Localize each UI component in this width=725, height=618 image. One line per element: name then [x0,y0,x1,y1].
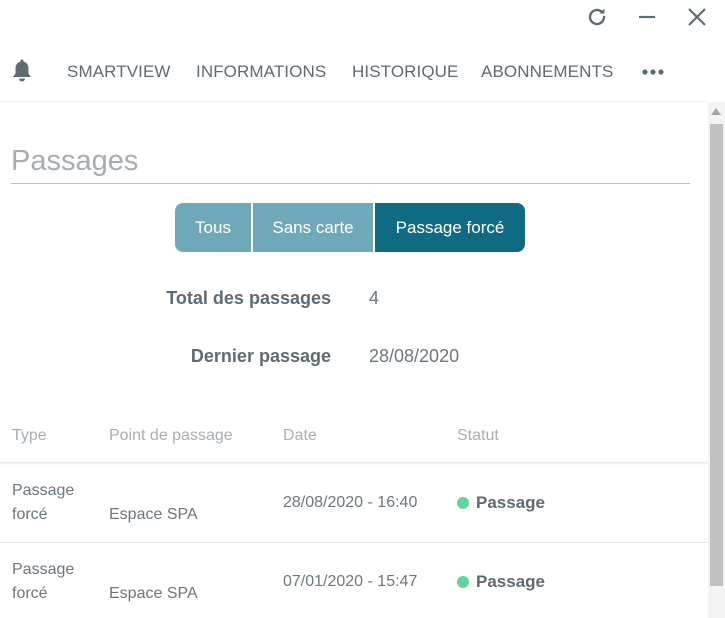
top-navigation: SMARTVIEW INFORMATIONS HISTORIQUE ABONNE… [0,50,725,94]
status-badge: Passage [457,572,545,592]
nav-item-abonnements[interactable]: ABONNEMENTS [481,62,613,82]
scrollbar-thumb[interactable] [710,124,723,586]
cell-type: Passage forcé [12,561,75,602]
cell-point: Espace SPA [109,585,198,602]
status-dot-icon [457,497,469,509]
filter-passage-force-button[interactable]: Passage forcé [375,203,525,252]
more-horizontal-icon[interactable] [640,62,666,82]
minimize-icon[interactable] [634,4,660,30]
window-titlebar [0,0,725,34]
cell-point: Espace SPA [109,506,198,523]
cell-date: 28/08/2020 - 16:40 [283,494,418,511]
filter-tous-button[interactable]: Tous [175,203,251,252]
nav-item-informations[interactable]: INFORMATIONS [196,62,326,82]
section-title: Passages [11,145,139,177]
column-header-statut[interactable]: Statut [457,427,499,445]
scroll-up-arrow-icon[interactable] [711,108,721,115]
filter-sans-carte-button[interactable]: Sans carte [253,203,373,252]
vertical-scrollbar[interactable] [708,102,725,618]
status-dot-icon [457,576,469,588]
total-passages-value: 4 [369,288,380,308]
refresh-icon[interactable] [584,4,610,30]
total-passages-label: Total des passages [166,288,331,308]
nav-divider [0,101,708,102]
last-passage-label: Dernier passage [190,346,331,366]
column-header-type[interactable]: Type [12,427,47,445]
cell-type: Passage forcé [12,482,75,523]
close-icon[interactable] [684,4,710,30]
nav-item-historique[interactable]: HISTORIQUE [352,62,458,82]
section-divider [11,183,690,184]
bell-icon[interactable] [9,58,35,84]
status-badge: Passage [457,493,545,513]
table-header-divider [0,462,708,465]
last-passage-value: 28/08/2020 [369,346,460,366]
column-header-point[interactable]: Point de passage [109,427,233,445]
nav-item-smartview[interactable]: SMARTVIEW [67,62,171,82]
row-divider [0,542,708,543]
column-header-date[interactable]: Date [283,427,317,445]
cell-date: 07/01/2020 - 15:47 [283,573,418,590]
